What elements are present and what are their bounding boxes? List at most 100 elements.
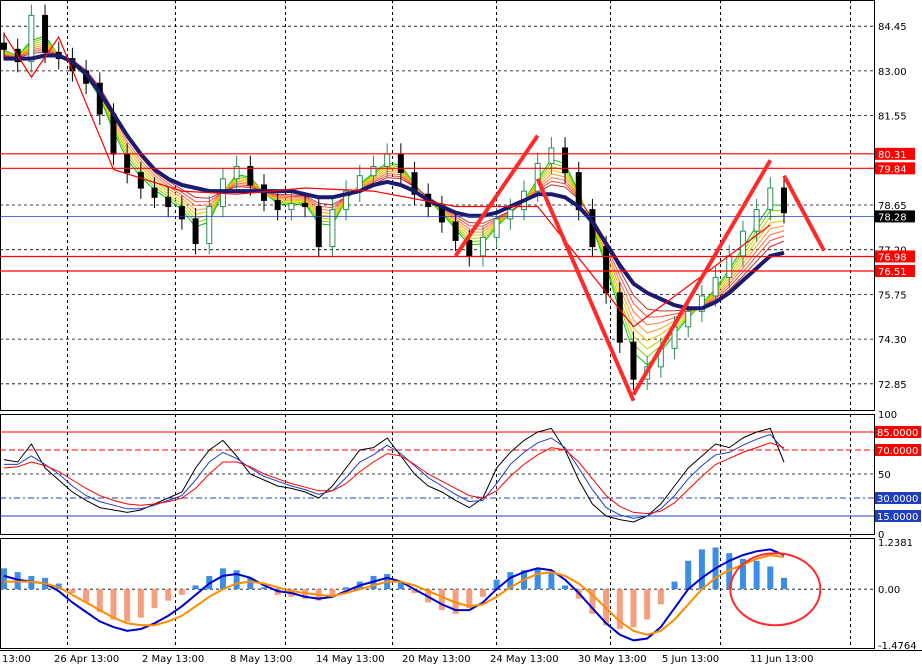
candle-body <box>452 221 459 241</box>
candle-body <box>603 246 610 294</box>
candle-body <box>384 153 391 167</box>
candle-body <box>616 292 623 343</box>
macd-panel <box>0 547 874 642</box>
price-tick-label: 78.65 <box>878 201 907 212</box>
price-level-label: 76.51 <box>878 267 907 278</box>
time-axis-label: 11 Jun 13:00 <box>750 654 814 665</box>
macd-histogram-bar <box>562 585 569 590</box>
macd-histogram-bar <box>178 589 185 595</box>
candle-body <box>124 153 131 174</box>
candle-body <box>1 42 7 50</box>
projection-arrow <box>782 174 826 252</box>
time-axis-label: 8 May 13:00 <box>230 654 292 665</box>
price-level-label: 79.84 <box>878 164 907 175</box>
stochastic-panel <box>0 427 874 523</box>
macd-histogram-bar <box>261 587 267 590</box>
candle-body <box>712 276 719 297</box>
macd-histogram-bar <box>69 589 76 593</box>
macd-histogram-bar <box>767 566 774 590</box>
candle-body <box>493 218 500 238</box>
price-level-label: 76.98 <box>878 252 907 263</box>
candle-body <box>781 187 787 214</box>
macd-histogram-bar <box>137 589 144 618</box>
candle-body <box>28 14 35 63</box>
time-axis-label: 14 May 13:00 <box>316 654 385 665</box>
macd-histogram-bar <box>698 549 705 590</box>
candle-body <box>562 147 569 174</box>
time-axis-label: 5 Jun 13:00 <box>662 654 719 665</box>
candle-body <box>151 187 158 198</box>
macd-histogram-bar <box>151 589 158 609</box>
price-panel <box>0 4 874 402</box>
candle-body <box>630 341 637 380</box>
candle-body <box>767 187 774 211</box>
candle-body <box>315 206 322 248</box>
chart-svg: 84.4583.0081.5578.6577.2075.7574.3072.85… <box>0 0 922 665</box>
macd-histogram-bar <box>165 589 172 601</box>
macd-histogram-bar <box>343 587 350 590</box>
candle-body <box>42 14 49 53</box>
price-level-label: 80.31 <box>878 150 907 161</box>
candle-body <box>274 199 281 211</box>
chart-window: 84.4583.0081.5578.6577.2075.7574.3072.85… <box>0 0 922 668</box>
macd-histogram-bar <box>685 560 692 590</box>
macd-histogram-bar <box>438 589 445 611</box>
macd-histogram-bar <box>110 589 117 620</box>
stochastic-level-label: 30.0000 <box>877 494 918 505</box>
ribbon-line <box>3 44 785 334</box>
trend-arrow <box>631 159 773 396</box>
time-axis-label: 20 May 13:00 <box>402 654 471 665</box>
price-tick-label: 74.30 <box>878 335 907 346</box>
macd-histogram-bar <box>219 568 226 590</box>
macd-tick-label: 0.00 <box>878 585 900 596</box>
candle-body <box>685 310 692 328</box>
stochastic-level-label: 85.0000 <box>877 428 918 439</box>
macd-histogram-bar <box>753 560 760 590</box>
ribbon-line <box>3 42 785 342</box>
candle-body <box>165 196 172 208</box>
candle-body <box>397 153 404 174</box>
axis-layer: 84.4583.0081.5578.6577.2075.7574.3072.85… <box>2 22 921 665</box>
candle-body <box>507 209 514 220</box>
time-axis-label: 24 May 13:00 <box>490 654 559 665</box>
candle-body <box>479 236 486 257</box>
macd-tick-label: 1.2381 <box>878 538 913 549</box>
macd-histogram-bar <box>192 585 199 590</box>
price-tick-label: 84.45 <box>878 22 907 33</box>
stochastic-level-label: 70.0000 <box>877 446 918 457</box>
candle-body <box>206 206 213 245</box>
stochastic-tick-label: 50 <box>878 470 891 481</box>
macd-histogram-bar <box>630 589 637 628</box>
price-tick-label: 81.55 <box>878 112 907 123</box>
candle-body <box>466 239 473 257</box>
stochastic-tick-label: 100 <box>878 410 897 421</box>
macd-tick-label: -1.4764 <box>878 641 917 652</box>
time-axis-label: 13:00 <box>2 654 31 665</box>
macd-histogram-bar <box>644 589 651 620</box>
candle-body <box>548 147 555 164</box>
candle-body <box>302 202 309 208</box>
macd-signal-line <box>4 554 785 636</box>
time-axis-label: 26 Apr 13:00 <box>54 654 119 665</box>
macd-histogram-bar <box>548 572 555 590</box>
candle-body <box>329 209 336 248</box>
candle-body <box>178 206 185 220</box>
macd-histogram-bar <box>781 577 787 590</box>
candle-body <box>288 202 295 211</box>
ribbon-line <box>3 37 785 358</box>
macd-histogram-bar <box>657 589 664 605</box>
macd-histogram-bar <box>1 568 7 590</box>
ribbon-line <box>3 46 785 326</box>
candle-body <box>137 172 144 189</box>
price-tick-label: 72.85 <box>878 380 907 391</box>
candle-body <box>726 255 733 278</box>
candle-body <box>192 218 199 245</box>
ribbon-line <box>3 50 785 312</box>
price-tick-label: 75.75 <box>878 290 907 301</box>
stochastic-level-label: 15.0000 <box>877 512 918 523</box>
candle-body <box>753 209 760 232</box>
candle-body <box>247 165 254 186</box>
current-price-label: 78.28 <box>878 212 907 223</box>
macd-histogram-bar <box>671 581 678 590</box>
price-tick-label: 83.00 <box>878 67 907 78</box>
